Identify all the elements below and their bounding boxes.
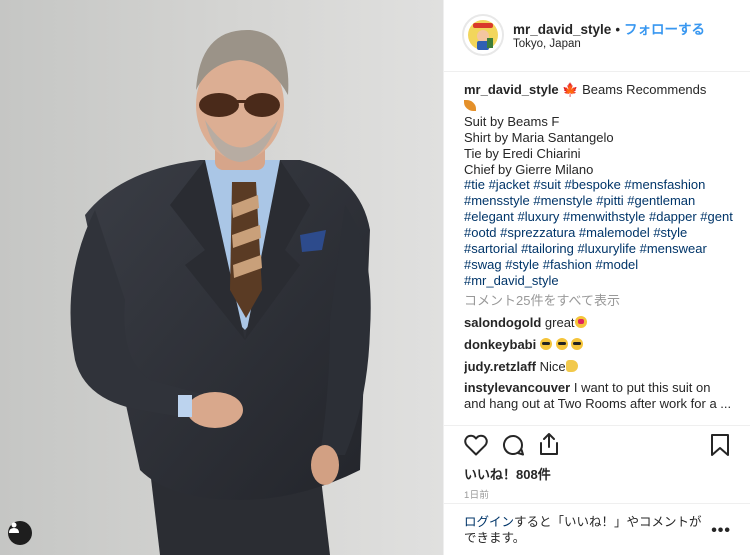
caption-line: Tie by Eredi Chiarini [464, 145, 581, 161]
location-link[interactable]: Tokyo, Japan [513, 38, 581, 50]
caption-headline: Beams Recommends [582, 82, 707, 97]
caption-hashtags[interactable]: #tie #jacket #suit #bespoke #mensfashion… [464, 177, 734, 288]
comment-item: judy.retzlaff Nice [464, 359, 734, 375]
more-options-icon[interactable]: ••• [711, 522, 731, 540]
caption-header: mr_david_style 🍁 Beams Recommends [464, 82, 734, 98]
comment-item: donkeybabi [464, 337, 734, 353]
caption-line: Chief by Gierre Milano [464, 161, 594, 177]
caption-line: Shirt by Maria Santangelo [464, 129, 614, 145]
login-prompt-bar: ログインすると「いいね！」やコメントができます。 ••• [444, 503, 750, 555]
post-header: mr_david_style • フォローする Tokyo, Japan [444, 0, 750, 72]
sunglasses-emoji-icon [555, 337, 568, 350]
comment-item: salondogold great [464, 315, 734, 331]
likes-count[interactable]: いいね！808件 [464, 464, 551, 483]
heart-eyes-emoji-icon [574, 315, 587, 328]
share-icon[interactable] [536, 431, 562, 457]
login-prompt: ログインすると「いいね！」やコメントができます。 [464, 514, 709, 546]
comment-username[interactable]: donkeybabi [464, 337, 536, 352]
view-all-comments-link[interactable]: コメント25件をすべて表示 [464, 293, 734, 309]
comment-icon[interactable] [500, 432, 526, 458]
maple-leaf-icon: 🍁 [562, 82, 579, 97]
avatar[interactable] [462, 14, 504, 56]
comment-text: Nice [539, 358, 566, 374]
fallen-leaf-icon [464, 99, 476, 111]
clapping-hand-emoji-icon [565, 359, 578, 372]
post-timestamp[interactable]: 1日前 [464, 487, 489, 501]
comment-item: instylevancouver I want to put this suit… [464, 380, 734, 412]
caption-leaf-row [464, 98, 734, 114]
comments-area[interactable]: mr_david_style 🍁 Beams Recommends Suit b… [464, 82, 734, 422]
sunglasses-emoji-icon [539, 337, 552, 350]
comment-username[interactable]: judy.retzlaff [464, 359, 536, 374]
man-in-suit-photo [0, 0, 443, 555]
user-tag-icon[interactable] [8, 521, 32, 545]
sunglasses-emoji-icon [571, 337, 584, 350]
header-user-line: mr_david_style • フォローする [513, 18, 705, 38]
login-link[interactable]: ログイン [464, 515, 514, 529]
post-photo[interactable] [0, 0, 443, 555]
post-panel: mr_david_style • フォローする Tokyo, Japan mr_da… [443, 0, 750, 555]
caption-username[interactable]: mr_david_style [464, 82, 559, 97]
comment-username[interactable]: salondogold [464, 315, 541, 330]
header-username[interactable]: mr_david_style [513, 22, 611, 37]
bookmark-icon[interactable] [707, 432, 733, 458]
heart-icon[interactable] [463, 432, 489, 458]
separator-dot: • [615, 22, 621, 37]
comment-text: great [544, 314, 575, 330]
caption-line: Suit by Beams F [464, 113, 560, 129]
follow-button[interactable]: フォローする [624, 22, 705, 37]
comment-username[interactable]: instylevancouver [464, 380, 570, 395]
